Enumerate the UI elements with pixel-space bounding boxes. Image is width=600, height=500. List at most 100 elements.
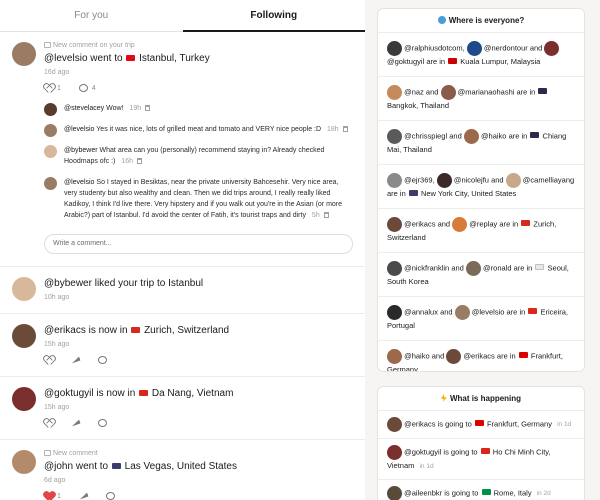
vietnam-flag-icon (139, 390, 149, 396)
avatar (387, 349, 402, 364)
avatar (544, 41, 560, 56)
tab-for-you[interactable]: For you (0, 0, 183, 31)
post-actions: 1 4 (44, 84, 353, 92)
malaysia-flag-icon (448, 58, 458, 64)
user-link[interactable]: @levelsio (44, 53, 88, 64)
event-row[interactable]: @erikacs is going to Frankfurt, Germany … (378, 411, 584, 439)
comment-icon (105, 492, 115, 500)
portugal-flag-icon (528, 308, 538, 315)
avatar (387, 445, 402, 460)
avatar[interactable] (12, 450, 36, 474)
avatar (387, 486, 402, 500)
avatar[interactable] (12, 387, 36, 411)
post-actions: 1 (44, 492, 353, 500)
location-row[interactable]: @ejr369, @nicolejfu and @camelliayang ar… (378, 165, 584, 209)
send-icon (70, 419, 81, 427)
usa-flag-icon (408, 190, 418, 196)
avatar (505, 173, 521, 188)
location-row[interactable]: @ralphiusdotcom, @nerdontour and @goktug… (378, 33, 584, 77)
comment-icon (44, 42, 51, 48)
avatar[interactable] (12, 42, 36, 66)
heart-icon (44, 492, 53, 500)
feed-post: @goktugyil is now in Da Nang, Vietnam 15… (0, 377, 365, 440)
globe-icon (437, 16, 446, 24)
avatar (452, 217, 468, 232)
trash-icon[interactable] (145, 105, 151, 111)
location-row[interactable]: @nickfranklin and @ronald are in Seoul, … (378, 253, 584, 297)
post-headline: @goktugyil is now in Da Nang, Vietnam (44, 388, 234, 399)
like-button[interactable] (44, 356, 53, 364)
comment: @levelsio Yes it was nice, lots of grill… (44, 119, 353, 140)
location-row[interactable]: @erikacs and @replay are in Zurich, Swit… (378, 209, 584, 253)
location-row[interactable]: @annalux and @levelsio are in Ericeira, … (378, 297, 584, 341)
post-headline: @john went to Las Vegas, United States (44, 461, 237, 472)
like-button[interactable]: 1 (44, 84, 61, 92)
comment: @levelsio So I stayed in Besiktas, near … (44, 172, 353, 226)
comment-button[interactable]: 4 (78, 84, 96, 92)
trash-icon[interactable] (137, 158, 142, 164)
card-title: Where is everyone? (378, 9, 584, 33)
heart-icon (44, 356, 53, 364)
avatar (454, 305, 470, 320)
where-is-everyone-card: Where is everyone? @ralphiusdotcom, @ner… (377, 8, 585, 372)
avatar (387, 85, 402, 100)
comment-icon (98, 356, 107, 364)
tab-following[interactable]: Following (182, 0, 366, 32)
avatar[interactable] (44, 177, 57, 190)
card-title: What is happening (378, 387, 584, 411)
location-row[interactable]: @chrisspiegl and @haiko are in Chiang Ma… (378, 121, 584, 165)
usa-flag-icon (111, 463, 121, 469)
vietnam-flag-icon (480, 448, 490, 455)
comment-button[interactable] (105, 492, 115, 500)
post-headline: @bybewer liked your trip to Istanbul (44, 278, 204, 289)
comment-button[interactable] (98, 419, 107, 427)
post-kicker: New comment (44, 450, 353, 457)
comment-icon (78, 84, 88, 92)
avatar (387, 173, 402, 188)
thailand-flag-icon (538, 88, 548, 95)
trash-icon[interactable] (342, 126, 348, 132)
feed-post: New comment @john went to Las Vegas, Uni… (0, 440, 365, 500)
send-icon (78, 492, 89, 500)
south-korea-flag-icon (535, 264, 545, 271)
timestamp: 10h ago (44, 294, 70, 301)
avatar (463, 129, 479, 144)
feed-tabs: For you Following (0, 0, 365, 32)
timestamp: 16d ago (44, 69, 70, 76)
avatar (387, 417, 402, 432)
switzerland-flag-icon (521, 220, 531, 227)
comment-input[interactable]: Write a comment... (44, 234, 353, 254)
comment-thread: @stevelacey Wow! 19h @levelsio Yes it wa… (44, 98, 353, 226)
like-button[interactable] (44, 419, 53, 427)
what-is-happening-card: What is happening @erikacs is going to F… (377, 386, 585, 500)
avatar[interactable] (44, 145, 57, 158)
share-button[interactable] (70, 419, 81, 427)
avatar[interactable] (44, 124, 57, 137)
avatar (387, 305, 402, 320)
feed-column: For you Following New comment on your tr… (0, 0, 365, 500)
post-kicker: New comment on your trip (44, 42, 353, 49)
like-button[interactable]: 1 (44, 492, 61, 500)
avatar[interactable] (44, 103, 57, 116)
lightning-icon (440, 394, 447, 402)
italy-flag-icon (481, 489, 491, 496)
feed-post: New comment on your trip @levelsio went … (0, 32, 365, 267)
comment-icon (98, 419, 107, 427)
share-button[interactable] (78, 492, 89, 500)
heart-icon (44, 84, 53, 92)
trash-icon[interactable] (323, 212, 329, 218)
location-row[interactable]: @haiko and @erikacs are in Frankfurt, Ge… (378, 341, 584, 371)
switzerland-flag-icon (131, 327, 141, 333)
thailand-flag-icon (530, 132, 540, 139)
avatar (465, 261, 481, 276)
event-row[interactable]: @goktugyil is going to Ho Chi Minh City,… (378, 439, 584, 480)
event-row[interactable]: @aileenbkr is going to Rome, Italy in 2d (378, 480, 584, 500)
location-row[interactable]: @naz and @marianaohashi are in Bangkok, … (378, 77, 584, 121)
comment-button[interactable] (98, 356, 107, 364)
avatar[interactable] (12, 324, 36, 348)
share-button[interactable] (70, 356, 81, 364)
avatar[interactable] (12, 277, 36, 301)
avatar (387, 217, 402, 232)
turkey-flag-icon (126, 55, 136, 61)
avatar (387, 129, 402, 144)
